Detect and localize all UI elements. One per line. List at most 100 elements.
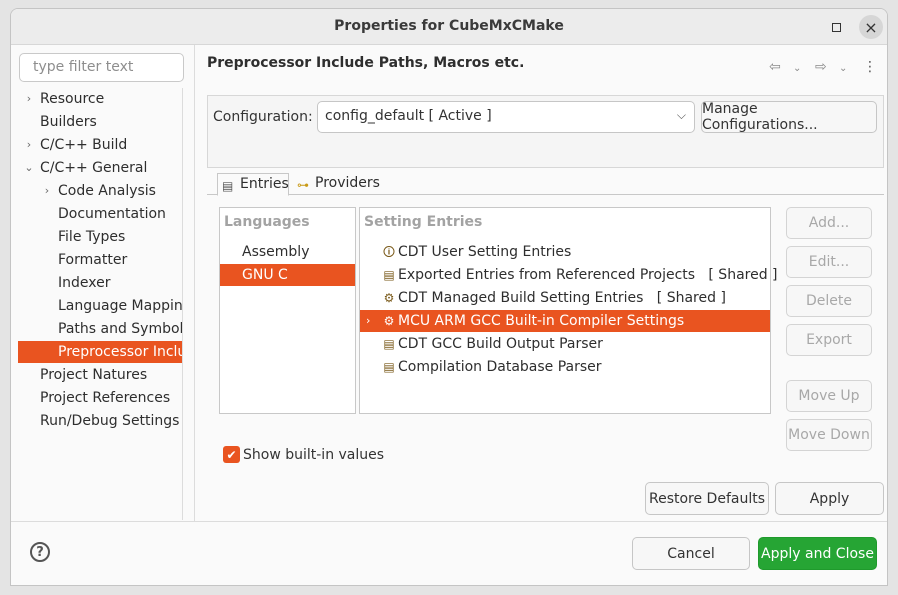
tree-item[interactable]: ⌄ C/C++ General: [18, 157, 182, 179]
tree-item-label: Paths and Symbols: [58, 321, 183, 337]
cancel-button[interactable]: Cancel: [632, 537, 750, 570]
tree-item-label: Formatter: [58, 252, 128, 268]
setting-entry-label: MCU ARM GCC Built-in Compiler Settings: [398, 313, 685, 329]
managed-build-icon: ⚙: [383, 291, 395, 305]
back-menu-chevron-icon[interactable]: ⌄: [793, 63, 801, 74]
setting-entry-item[interactable]: ▤ CDT GCC Build Output Parser: [360, 333, 770, 355]
tree-item-label: Indexer: [58, 275, 111, 291]
tree-item-label: File Types: [58, 229, 126, 245]
delete-button[interactable]: Delete: [786, 285, 872, 317]
tab-entries-label: Entries: [240, 176, 289, 192]
chevron-right-icon[interactable]: ›: [24, 134, 34, 156]
chevron-down-icon[interactable]: ⌄: [24, 157, 34, 179]
exported-entries-icon: ▤: [383, 268, 395, 282]
show-builtin-checkbox[interactable]: ✔: [223, 446, 240, 463]
tree-item[interactable]: Project References: [18, 387, 182, 409]
chevron-down-icon: ⌵: [676, 108, 686, 122]
setting-entry-item[interactable]: ⚙ CDT Managed Build Setting Entries [ Sha…: [360, 287, 770, 309]
tree-item-label: Resource: [40, 91, 105, 107]
properties-dialog: Properties for CubeMxCMake × › Resource Bu…: [10, 8, 888, 586]
language-item[interactable]: Assembly: [220, 241, 355, 263]
checkmark-icon: ✔: [226, 447, 237, 462]
tree-item-label: Preprocessor Inclu: [58, 344, 183, 360]
tree-item-label: C/C++ Build: [40, 137, 128, 153]
chevron-right-icon[interactable]: ›: [366, 310, 370, 332]
apply-button[interactable]: Apply: [775, 482, 884, 515]
language-item[interactable]: GNU C: [220, 264, 355, 286]
user-setting-icon: 🛈: [382, 245, 396, 259]
tree-item-label: Language Mapping: [58, 298, 183, 314]
tree-item-label: Documentation: [58, 206, 166, 222]
tree-item[interactable]: Run/Debug Settings: [18, 410, 182, 432]
maximize-icon: [831, 22, 841, 32]
setting-entry-label: Exported Entries from Referenced Project…: [398, 267, 778, 283]
chevron-right-icon[interactable]: ›: [24, 88, 34, 110]
move-down-button[interactable]: Move Down: [786, 419, 872, 451]
setting-entry-label: Compilation Database Parser: [398, 359, 602, 375]
languages-list[interactable]: Languages Assembly GNU C: [219, 207, 356, 414]
show-builtin-label[interactable]: Show built-in values: [243, 447, 384, 463]
filter-input[interactable]: [33, 59, 170, 75]
tree-item[interactable]: Preprocessor Inclu: [18, 341, 183, 363]
tab-entries[interactable]: ▤ Entries: [217, 173, 289, 196]
tree-item-label: Builders: [40, 114, 97, 130]
tree-item[interactable]: Paths and Symbols: [18, 318, 183, 340]
tree-item[interactable]: Indexer: [18, 272, 182, 294]
title-bar[interactable]: Properties for CubeMxCMake ×: [11, 9, 887, 45]
entries-icon: ▤: [222, 179, 234, 193]
footer-divider: [11, 521, 887, 522]
configuration-value: config_default [ Active ]: [325, 108, 492, 124]
tab-providers-label: Providers: [315, 175, 380, 191]
tree-item[interactable]: › C/C++ Build: [18, 134, 182, 156]
chevron-right-icon[interactable]: ›: [42, 180, 52, 202]
close-button[interactable]: ×: [859, 15, 883, 39]
compiler-settings-icon: ⚙: [383, 314, 395, 328]
page-title: Preprocessor Include Paths, Macros etc.: [207, 55, 525, 71]
providers-icon: ⊶: [297, 178, 309, 192]
tree-item[interactable]: › Resource: [18, 88, 182, 110]
configuration-select[interactable]: config_default [ Active ] ⌵: [317, 101, 695, 133]
setting-entry-label: CDT GCC Build Output Parser: [398, 336, 603, 352]
view-menu-icon[interactable]: ⋮: [863, 59, 877, 75]
maximize-button[interactable]: [824, 15, 848, 39]
back-arrow-icon[interactable]: ⇦: [769, 59, 781, 75]
apply-and-close-button[interactable]: Apply and Close: [758, 537, 877, 570]
forward-menu-chevron-icon[interactable]: ⌄: [839, 63, 847, 74]
help-icon[interactable]: ?: [30, 542, 50, 562]
configuration-label: Configuration:: [213, 109, 313, 125]
tree-item-label: Project Natures: [40, 367, 148, 383]
export-button[interactable]: Export: [786, 324, 872, 356]
tree-item[interactable]: Project Natures: [18, 364, 182, 386]
tree-item-label: C/C++ General: [40, 160, 148, 176]
tab-bar: ▤ Entries ⊶ Providers: [207, 171, 884, 196]
tree-item-label: Project References: [40, 390, 171, 406]
move-up-button[interactable]: Move Up: [786, 380, 872, 412]
close-icon: ×: [864, 17, 878, 37]
tab-providers[interactable]: ⊶ Providers: [293, 173, 383, 195]
manage-configurations-button[interactable]: Manage Configurations...: [701, 101, 877, 133]
setting-entries-header: Setting Entries: [364, 214, 483, 230]
tree-item[interactable]: Documentation: [18, 203, 182, 225]
tree-item[interactable]: Language Mapping: [18, 295, 183, 317]
tree-item[interactable]: File Types: [18, 226, 182, 248]
setting-entries-tree[interactable]: Setting Entries 🛈 CDT User Setting Entrie…: [359, 207, 778, 414]
tree-item[interactable]: Builders: [18, 111, 182, 133]
language-item-label: GNU C: [242, 267, 288, 283]
restore-defaults-button[interactable]: Restore Defaults: [645, 482, 769, 515]
tree-item-label: Code Analysis: [58, 183, 156, 199]
setting-entry-item[interactable]: ▤ Exported Entries from Referenced Projec…: [360, 264, 777, 286]
setting-entry-item[interactable]: › ⚙ MCU ARM GCC Built-in Compiler Settings: [360, 310, 770, 332]
database-parser-icon: ▤: [383, 360, 395, 374]
language-item-label: Assembly: [242, 244, 310, 260]
forward-arrow-icon[interactable]: ⇨: [815, 59, 827, 75]
setting-entry-item[interactable]: ▤ Compilation Database Parser: [360, 356, 770, 378]
edit-button[interactable]: Edit...: [786, 246, 872, 278]
add-button[interactable]: Add...: [786, 207, 872, 239]
pane-divider[interactable]: [194, 45, 195, 521]
output-parser-icon: ▤: [383, 337, 395, 351]
setting-entry-item[interactable]: 🛈 CDT User Setting Entries: [360, 241, 770, 263]
dialog-title: Properties for CubeMxCMake: [334, 18, 564, 34]
filter-box[interactable]: [19, 53, 184, 82]
tree-item[interactable]: Formatter: [18, 249, 182, 271]
tree-item[interactable]: › Code Analysis: [18, 180, 182, 202]
